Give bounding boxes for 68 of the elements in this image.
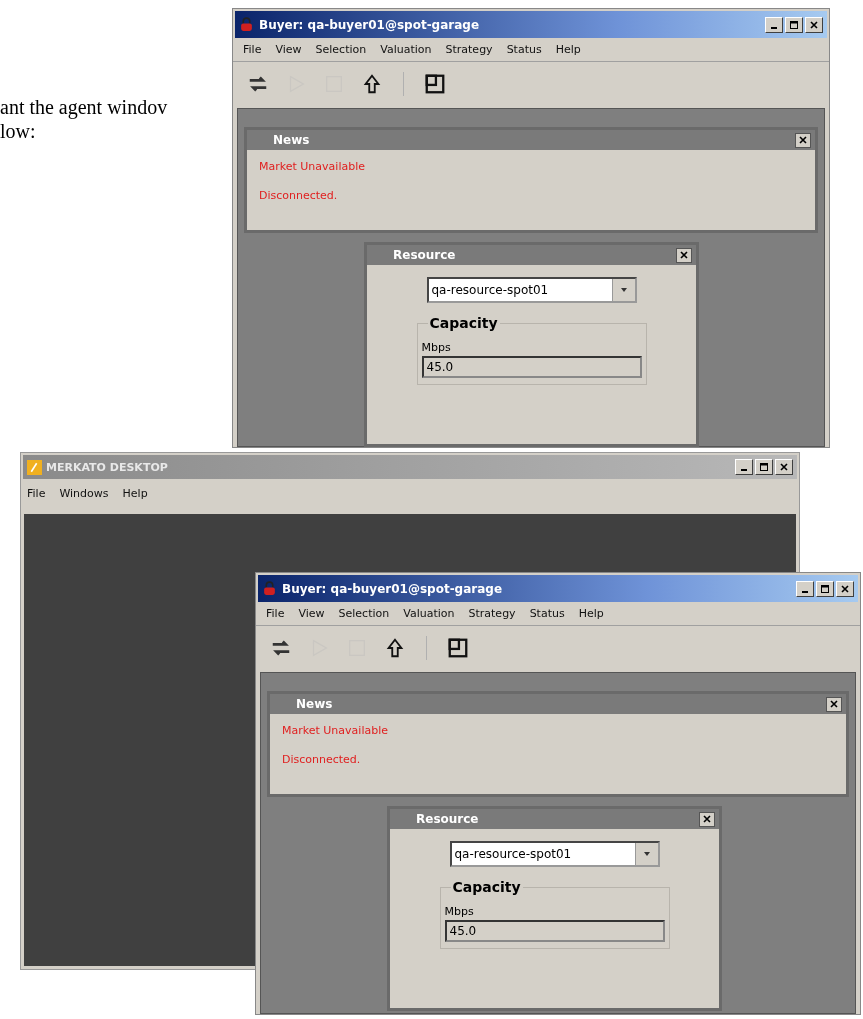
menu-item[interactable]: Help (555, 43, 581, 56)
menu-item[interactable]: Status (529, 607, 565, 620)
menu-item[interactable]: Valuation (403, 607, 455, 620)
maximize-icon (789, 19, 799, 30)
menu-item[interactable]: File (243, 43, 262, 56)
close-icon (798, 135, 808, 145)
maximize-icon (759, 462, 769, 472)
document-text: ant the agent windov (0, 95, 168, 119)
menu-item[interactable]: Strategy (445, 43, 493, 56)
close-icon (809, 19, 819, 30)
window-tile-icon (447, 637, 469, 659)
minimize-button[interactable] (735, 459, 753, 475)
app-icon (27, 459, 42, 475)
up-arrow-icon (361, 73, 383, 95)
up-arrow-icon (384, 637, 406, 659)
lock-icon (262, 581, 277, 596)
maximize-icon (820, 583, 830, 594)
menu-item[interactable]: View (298, 607, 325, 620)
close-button[interactable] (676, 247, 692, 263)
menu-item[interactable]: Help (122, 487, 148, 500)
close-button[interactable] (826, 696, 842, 712)
window-title: Buyer: qa-buyer01@spot-garage (259, 17, 480, 32)
resource-dropdown[interactable]: qa-resource-spot01 (449, 841, 660, 867)
panel-title: Resource (393, 248, 456, 262)
group-title: Capacity (427, 315, 500, 331)
close-icon (679, 250, 689, 260)
close-button[interactable] (795, 132, 811, 148)
maximize-button[interactable] (816, 580, 834, 597)
resource-dropdown[interactable]: qa-resource-spot01 (426, 277, 637, 303)
menu-item[interactable]: Selection (315, 43, 367, 56)
close-icon (840, 583, 850, 594)
panel-title: News (273, 133, 310, 147)
close-icon (779, 462, 789, 472)
minimize-icon (741, 469, 747, 471)
menu-item[interactable]: File (27, 487, 46, 500)
menu-item[interactable]: View (275, 43, 302, 56)
input-field[interactable]: 45.0 (421, 356, 642, 378)
window-title: Buyer: qa-buyer01@spot-garage (282, 581, 503, 596)
close-button[interactable] (699, 811, 715, 827)
status-message: Disconnected. (259, 189, 339, 202)
document-text: low: (0, 119, 36, 143)
status-message: Market Unavailable (282, 724, 389, 737)
menu-item[interactable]: File (266, 607, 285, 620)
minimize-icon (771, 26, 777, 29)
minimize-button[interactable] (765, 16, 783, 33)
menu-item[interactable]: Windows (59, 487, 109, 500)
maximize-button[interactable] (755, 459, 773, 475)
lock-icon (239, 17, 254, 32)
window-tile-icon (424, 73, 446, 95)
menu-item[interactable]: Valuation (380, 43, 432, 56)
input-field[interactable]: 45.0 (444, 920, 665, 942)
close-icon (829, 699, 839, 709)
group-title: Capacity (450, 879, 523, 895)
field-label: Mbps (421, 341, 452, 354)
minimize-button[interactable] (796, 580, 814, 597)
window-title: MERKATO DESKTOP (46, 460, 168, 474)
menu-item[interactable]: Selection (338, 607, 390, 620)
panel-title: Resource (416, 812, 479, 826)
status-message: Disconnected. (282, 753, 362, 766)
maximize-button[interactable] (785, 16, 803, 33)
field-label: Mbps (444, 905, 475, 918)
status-message: Market Unavailable (259, 160, 366, 173)
menu-item[interactable]: Strategy (468, 607, 516, 620)
close-icon (702, 814, 712, 824)
menu-item[interactable]: Help (578, 607, 604, 620)
menu-item[interactable]: Status (506, 43, 542, 56)
panel-title: News (296, 697, 333, 711)
minimize-icon (802, 590, 808, 593)
